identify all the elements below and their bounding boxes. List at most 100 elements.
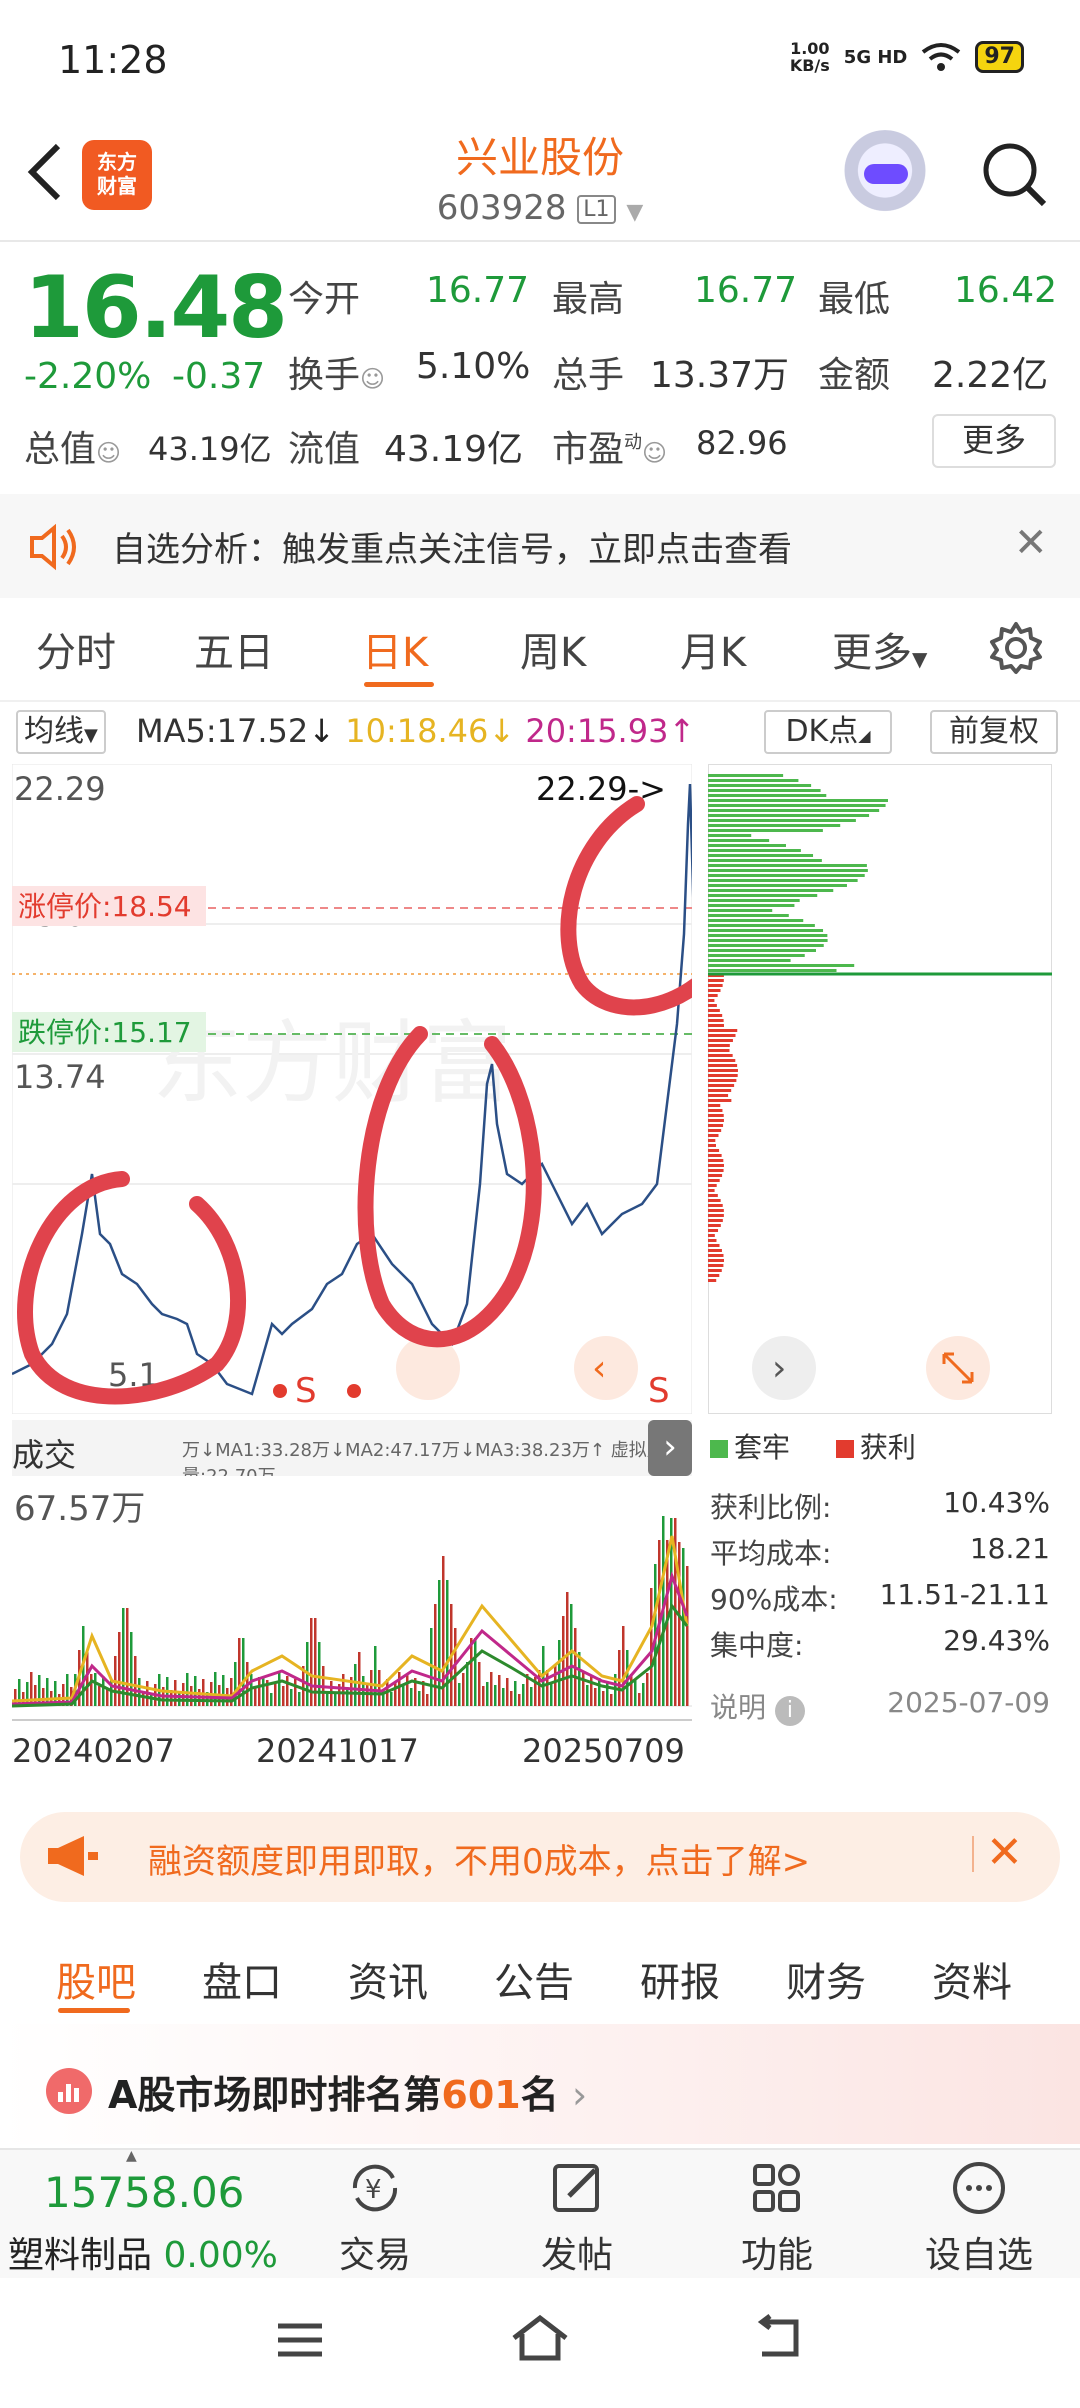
chip-bar bbox=[708, 969, 837, 972]
more-button[interactable]: 更多 bbox=[932, 414, 1056, 468]
chip-bar bbox=[708, 819, 856, 822]
add-watchlist-button[interactable]: 设自选 bbox=[914, 2156, 1044, 2278]
chip-bar bbox=[708, 869, 868, 872]
chip-distribution-chart[interactable]: › bbox=[708, 764, 1052, 1414]
chip-bar bbox=[708, 839, 770, 842]
gear-icon[interactable] bbox=[988, 620, 1044, 680]
chip-bar bbox=[708, 1114, 724, 1117]
menu-icon[interactable] bbox=[274, 2318, 326, 2366]
rank-chart-icon bbox=[46, 2068, 92, 2114]
tab-announcements[interactable]: 公告 bbox=[494, 1950, 574, 2008]
chip-bar bbox=[708, 1064, 738, 1067]
change-amount: -0.37 bbox=[172, 356, 266, 397]
tab-active-indicator bbox=[58, 2008, 130, 2013]
collapse-icon[interactable]: ▲ bbox=[126, 2148, 137, 2164]
function-button[interactable]: 功能 bbox=[712, 2156, 842, 2278]
volume-bar bbox=[510, 1691, 513, 1706]
chip-bar bbox=[708, 1239, 717, 1242]
tab-research[interactable]: 研报 bbox=[640, 1950, 720, 2008]
volume-bar bbox=[94, 1673, 97, 1706]
volume-bar bbox=[630, 1674, 633, 1706]
tab-forum[interactable]: 股吧 bbox=[56, 1950, 136, 2008]
speaker-icon bbox=[26, 520, 80, 578]
chip-bar bbox=[708, 1099, 732, 1102]
chip-bar bbox=[708, 1009, 720, 1012]
volume-bar bbox=[98, 1686, 101, 1706]
tab-day-k[interactable]: 日K bbox=[362, 620, 428, 678]
tab-finance[interactable]: 财务 bbox=[786, 1950, 866, 2008]
search-icon[interactable] bbox=[980, 140, 1050, 210]
chip-bar bbox=[708, 1274, 720, 1277]
turnover-label: 换手☺ bbox=[288, 355, 386, 396]
tab-profile[interactable]: 资料 bbox=[932, 1950, 1012, 2008]
volume-bar bbox=[610, 1694, 613, 1706]
post-button[interactable]: 发帖 bbox=[512, 2156, 642, 2278]
chip-bar bbox=[708, 1219, 723, 1222]
tab-week-k[interactable]: 周K bbox=[520, 620, 586, 678]
volume-chart[interactable]: 67.57万 20240207 20241017 20250709 bbox=[12, 1476, 692, 1792]
chip-bar bbox=[708, 1059, 736, 1062]
chip-bar bbox=[708, 1224, 721, 1227]
chip-bar bbox=[708, 1234, 715, 1237]
tab-news[interactable]: 资讯 bbox=[348, 1950, 428, 2008]
tab-order-book[interactable]: 盘口 bbox=[202, 1950, 282, 2008]
float-value: 43.19亿 bbox=[384, 429, 524, 470]
chip-bar bbox=[708, 959, 791, 962]
dk-point-button[interactable]: DK点◢ bbox=[764, 710, 892, 754]
ma-values: MA5:17.52↓ 10:18.46↓ 20:15.93↑ bbox=[136, 712, 695, 750]
chevron-right-icon[interactable]: › bbox=[648, 1420, 692, 1476]
volume-bar bbox=[370, 1670, 373, 1706]
close-icon[interactable]: ✕ bbox=[1014, 520, 1048, 566]
turnover-value: 5.10% bbox=[416, 346, 531, 387]
tab-five-day[interactable]: 五日 bbox=[194, 620, 274, 678]
tab-more[interactable]: 更多▼ bbox=[832, 620, 927, 678]
level-badge: L1 bbox=[577, 195, 616, 224]
chip-bar bbox=[708, 1019, 724, 1022]
chip-date: 2025-07-09 bbox=[887, 1686, 1050, 1719]
chip-bar bbox=[708, 854, 814, 857]
chip-bar bbox=[708, 1144, 716, 1147]
chip-bar bbox=[708, 999, 715, 1002]
chip-bar bbox=[708, 929, 824, 932]
dropdown-icon: ▼ bbox=[912, 647, 928, 671]
volume-bar bbox=[38, 1675, 41, 1706]
ma-select[interactable]: 均线▼ bbox=[16, 710, 106, 754]
chip-bar bbox=[708, 1159, 724, 1162]
trade-icon: ¥ bbox=[352, 2164, 398, 2212]
info-icon: i bbox=[774, 1696, 805, 1726]
chip-note[interactable]: 说明 i bbox=[710, 1686, 805, 1726]
volume-bar bbox=[582, 1672, 585, 1706]
chip-bar bbox=[708, 1074, 738, 1077]
volume-bar bbox=[466, 1662, 469, 1706]
current-price: 16.48 bbox=[24, 258, 288, 358]
float-label: 流值 bbox=[288, 429, 361, 470]
tab-month-k[interactable]: 月K bbox=[680, 620, 746, 678]
down-arrow-icon: ↓ bbox=[488, 712, 516, 750]
kline-chart[interactable]: 东方财富 22.29 22.29-> 18.01 涨停价:18.54 跌停价:1… bbox=[12, 764, 692, 1414]
volume-bar bbox=[426, 1694, 429, 1706]
legend-swatch-profit bbox=[835, 1440, 854, 1458]
volume-bar bbox=[262, 1678, 265, 1706]
chip-bar bbox=[708, 1119, 724, 1122]
amount-label: 金额 bbox=[818, 355, 891, 396]
sector-index[interactable]: 塑料制品 0.00% bbox=[8, 2226, 278, 2278]
chip-bar bbox=[708, 1189, 715, 1192]
volume-bar bbox=[634, 1680, 637, 1706]
sector-index-value[interactable]: 15758.06 bbox=[44, 2168, 244, 2217]
volume-bar bbox=[150, 1694, 153, 1706]
back-nav-icon[interactable] bbox=[752, 2314, 808, 2366]
chip-bar bbox=[708, 1079, 737, 1082]
chip-bar bbox=[708, 809, 880, 812]
tab-timeshare[interactable]: 分时 bbox=[36, 620, 116, 678]
promo-text: 融资额度即用即取，不用0成本，点击了解> bbox=[148, 1842, 811, 1882]
chip-bar bbox=[708, 889, 834, 892]
change-percent: -2.20% bbox=[24, 356, 152, 397]
adjust-mode-button[interactable]: 前复权 bbox=[930, 710, 1058, 754]
trade-button[interactable]: ¥ 交易 bbox=[310, 2156, 440, 2278]
close-icon[interactable]: ✕ bbox=[986, 1828, 1023, 1878]
volume-bar bbox=[290, 1689, 293, 1706]
home-icon[interactable] bbox=[508, 2312, 572, 2368]
chip-bar bbox=[708, 954, 805, 957]
chip-bar bbox=[708, 899, 800, 902]
volume-bar bbox=[122, 1608, 125, 1706]
